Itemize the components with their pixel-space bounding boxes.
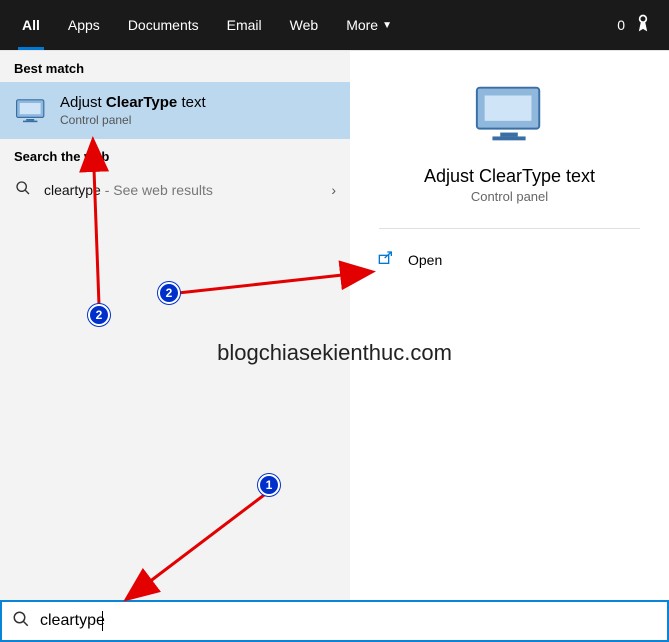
preview-monitor-icon (471, 83, 549, 152)
search-icon (12, 610, 30, 633)
rewards-icon[interactable] (633, 13, 653, 38)
preview-title: Adjust ClearType text (424, 166, 595, 187)
tab-email[interactable]: Email (213, 0, 276, 50)
best-match-text: Adjust ClearType text Control panel (60, 94, 206, 127)
best-match-title: Adjust ClearType text (60, 94, 206, 111)
tab-label: Apps (68, 17, 100, 33)
rewards-count: 0 (617, 17, 625, 33)
best-match-heading: Best match (0, 51, 350, 82)
tab-documents[interactable]: Documents (114, 0, 213, 50)
open-action[interactable]: Open (350, 239, 669, 280)
tab-web[interactable]: Web (276, 0, 333, 50)
tab-label: More (346, 17, 378, 33)
tabbar-right: 0 (617, 13, 661, 38)
chevron-right-icon: › (331, 182, 336, 198)
search-icon (14, 180, 32, 199)
tab-label: All (22, 17, 40, 33)
text-caret (102, 611, 103, 631)
tab-more[interactable]: More ▼ (332, 0, 406, 50)
chevron-down-icon: ▼ (382, 20, 392, 31)
results-left-pane: Best match Adjust ClearType text Control… (0, 51, 350, 600)
preview-divider (379, 228, 641, 229)
results-area: Best match Adjust ClearType text Control… (0, 50, 669, 600)
preview-pane: Adjust ClearType text Control panel Open (350, 51, 669, 600)
search-tabs: All Apps Documents Email Web More ▼ 0 (0, 0, 669, 50)
tab-label: Web (290, 17, 319, 33)
tab-label: Email (227, 17, 262, 33)
tab-label: Documents (128, 17, 199, 33)
web-result-row[interactable]: cleartype - See web results › (0, 170, 350, 209)
search-input[interactable] (40, 612, 657, 630)
search-box[interactable] (0, 600, 669, 642)
tab-apps[interactable]: Apps (54, 0, 114, 50)
preview-subtitle: Control panel (471, 189, 548, 204)
tab-all[interactable]: All (8, 0, 54, 50)
monitor-icon (14, 97, 48, 125)
search-web-heading: Search the web (0, 139, 350, 170)
web-result-text: cleartype - See web results (44, 182, 319, 198)
best-match-result[interactable]: Adjust ClearType text Control panel (0, 82, 350, 139)
open-label: Open (408, 252, 442, 268)
open-icon (378, 251, 394, 268)
best-match-subtitle: Control panel (60, 113, 206, 127)
